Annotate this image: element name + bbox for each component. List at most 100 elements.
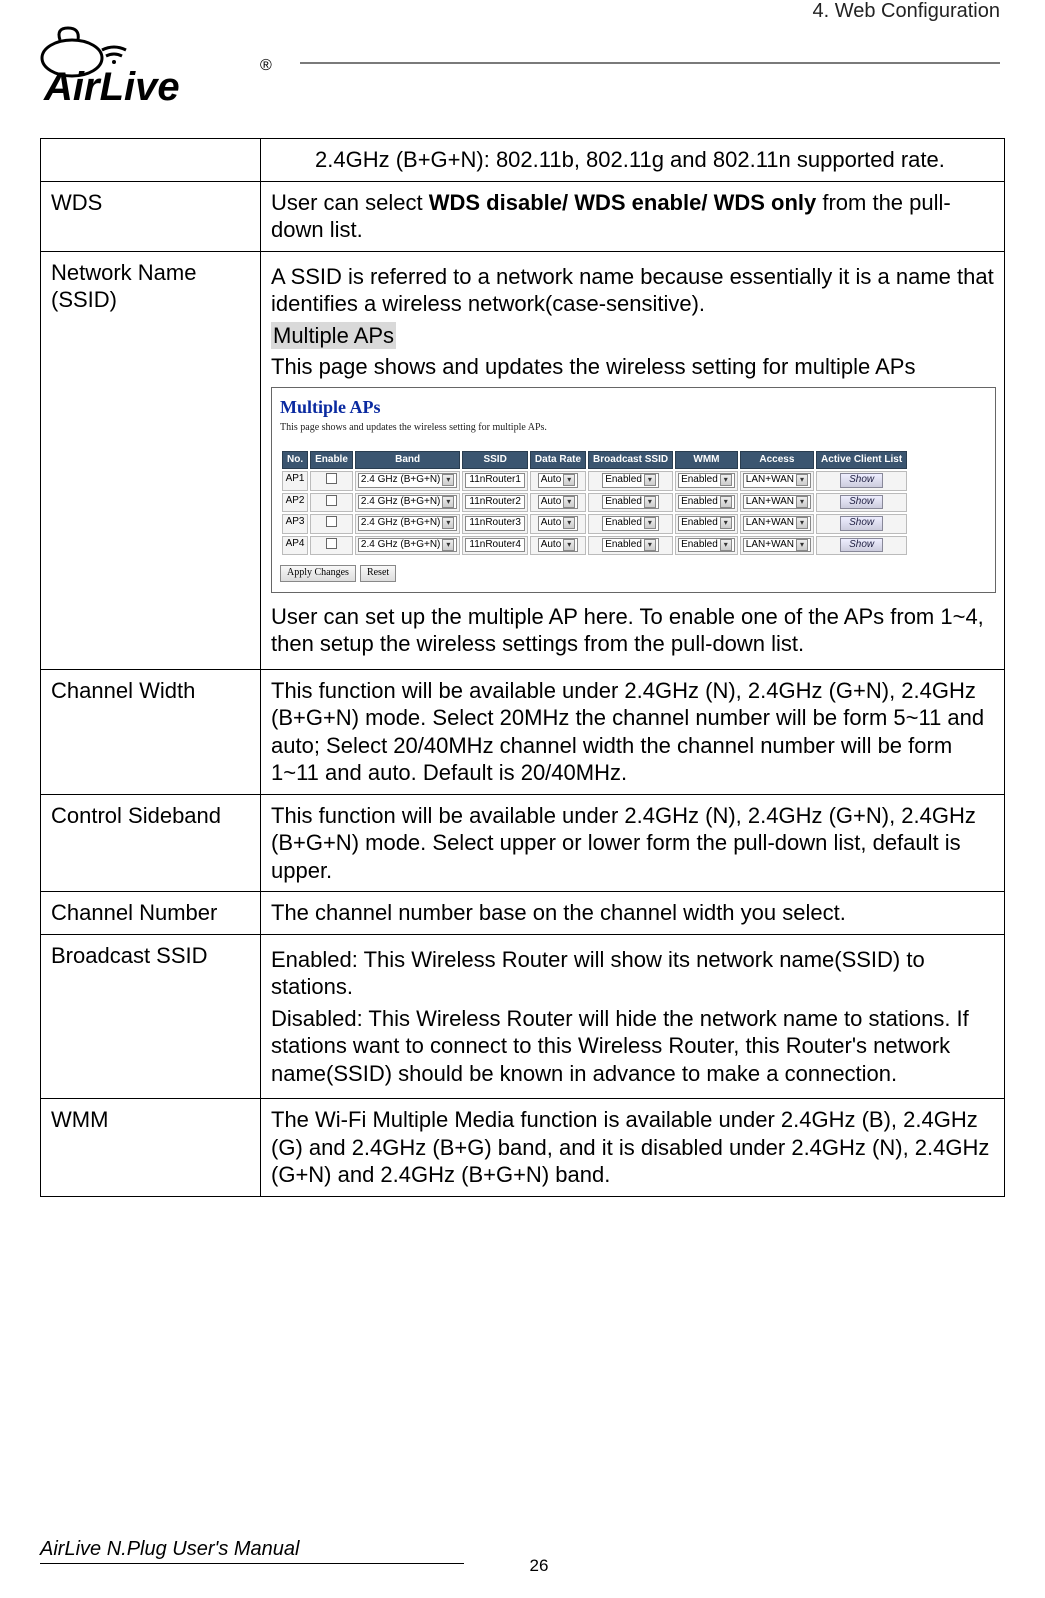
ap-no: AP3 <box>282 514 308 534</box>
show-button[interactable]: Show <box>840 473 883 488</box>
dropdown-value: Enabled <box>681 517 718 530</box>
dropdown[interactable]: 2.4 GHz (B+G+N)▾ <box>358 473 457 488</box>
chevron-down-icon: ▾ <box>796 474 808 486</box>
dropdown-value: 2.4 GHz (B+G+N) <box>361 539 440 552</box>
dropdown[interactable]: 2.4 GHz (B+G+N)▾ <box>358 538 457 553</box>
dropdown[interactable]: Auto▾ <box>538 495 579 510</box>
dropdown[interactable]: LAN+WAN▾ <box>743 516 811 531</box>
dropdown[interactable]: Enabled▾ <box>602 495 659 510</box>
show-button[interactable]: Show <box>840 538 883 553</box>
ap-col-header: No. <box>282 451 308 470</box>
enable-checkbox[interactable] <box>326 538 337 549</box>
ap-row: AP22.4 GHz (B+G+N)▾11nRouter2Auto▾Enable… <box>282 493 907 513</box>
ap-col-header: SSID <box>462 451 528 470</box>
ap-col-header: Active Client List <box>816 451 907 470</box>
ap-row: AP32.4 GHz (B+G+N)▾11nRouter3Auto▾Enable… <box>282 514 907 534</box>
dropdown-value: 2.4 GHz (B+G+N) <box>361 474 440 487</box>
desc-text: User can select WDS disable/ WDS enable/… <box>271 190 951 243</box>
desc-text: A SSID is referred to a network name bec… <box>271 263 996 318</box>
ap-col-header: WMM <box>675 451 738 470</box>
svg-text:AirLive: AirLive <box>43 65 180 107</box>
dropdown-value: Auto <box>541 517 562 530</box>
table-row: Network Name (SSID)A SSID is referred to… <box>41 251 1005 669</box>
ap-col-header: Access <box>740 451 814 470</box>
desc-text: The channel number base on the channel w… <box>271 900 846 925</box>
logo-trademark: ® <box>260 57 272 74</box>
multiple-aps-screenshot: Multiple APs This page shows and updates … <box>271 387 996 593</box>
dropdown[interactable]: Enabled▾ <box>678 516 735 531</box>
table-row: Channel WidthThis function will be avail… <box>41 669 1005 794</box>
dropdown[interactable]: LAN+WAN▾ <box>743 473 811 488</box>
chevron-down-icon: ▾ <box>442 496 454 508</box>
desc-text: This page shows and updates the wireless… <box>271 353 996 381</box>
enable-checkbox[interactable] <box>326 495 337 506</box>
brand-logo: AirLive ® <box>32 22 302 107</box>
param-desc: Enabled: This Wireless Router will show … <box>261 934 1005 1099</box>
param-desc: 2.4GHz (B+G+N): 802.11b, 802.11g and 802… <box>261 139 1005 182</box>
ssid-input[interactable]: 11nRouter4 <box>465 538 525 553</box>
chevron-down-icon: ▾ <box>720 474 732 486</box>
dropdown[interactable]: Enabled▾ <box>678 495 735 510</box>
dropdown[interactable]: Enabled▾ <box>602 473 659 488</box>
dropdown[interactable]: 2.4 GHz (B+G+N)▾ <box>358 516 457 531</box>
dropdown[interactable]: Enabled▾ <box>678 538 735 553</box>
param-desc: The Wi-Fi Multiple Media function is ava… <box>261 1099 1005 1197</box>
ssid-input[interactable]: 11nRouter2 <box>465 495 525 510</box>
param-name: WDS <box>41 181 261 251</box>
chevron-down-icon: ▾ <box>720 496 732 508</box>
table-row: WDSUser can select WDS disable/ WDS enab… <box>41 181 1005 251</box>
ap-col-header: Enable <box>310 451 353 470</box>
dropdown-value: Auto <box>541 539 562 552</box>
chevron-down-icon: ▾ <box>644 517 656 529</box>
chevron-down-icon: ▾ <box>563 517 575 529</box>
ap-row: AP42.4 GHz (B+G+N)▾11nRouter4Auto▾Enable… <box>282 536 907 556</box>
chevron-down-icon: ▾ <box>563 539 575 551</box>
param-name: WMM <box>41 1099 261 1197</box>
dropdown-value: Enabled <box>605 474 642 487</box>
chevron-down-icon: ▾ <box>720 517 732 529</box>
footer-manual-title: AirLive N.Plug User's Manual <box>40 1538 464 1564</box>
chevron-down-icon: ▾ <box>644 496 656 508</box>
ap-col-header: Broadcast SSID <box>588 451 673 470</box>
ssid-input[interactable]: 11nRouter1 <box>465 473 525 488</box>
param-name: Network Name (SSID) <box>41 251 261 669</box>
dropdown-value: Enabled <box>681 474 718 487</box>
dropdown[interactable]: Enabled▾ <box>602 538 659 553</box>
param-desc: A SSID is referred to a network name bec… <box>261 251 1005 669</box>
dropdown[interactable]: LAN+WAN▾ <box>743 495 811 510</box>
dropdown[interactable]: Enabled▾ <box>678 473 735 488</box>
dropdown[interactable]: Auto▾ <box>538 538 579 553</box>
dropdown-value: 2.4 GHz (B+G+N) <box>361 496 440 509</box>
chevron-down-icon: ▾ <box>720 539 732 551</box>
dropdown-value: Enabled <box>681 539 718 552</box>
chevron-down-icon: ▾ <box>563 496 575 508</box>
dropdown[interactable]: Auto▾ <box>538 516 579 531</box>
dropdown[interactable]: LAN+WAN▾ <box>743 538 811 553</box>
logo-text: AirLive <box>43 65 180 107</box>
table-row: Channel Number The channel number base on… <box>41 892 1005 935</box>
show-button[interactable]: Show <box>840 516 883 531</box>
ssid-input[interactable]: 11nRouter3 <box>465 516 525 531</box>
show-button[interactable]: Show <box>840 495 883 510</box>
reset-button[interactable]: Reset <box>360 565 396 582</box>
table-row: Control SidebandThis function will be av… <box>41 794 1005 892</box>
ap-col-header: Band <box>355 451 460 470</box>
ap-col-header: Data Rate <box>530 451 586 470</box>
param-name: Channel Number <box>41 892 261 935</box>
enable-checkbox[interactable] <box>326 473 337 484</box>
apply-changes-button[interactable]: Apply Changes <box>280 565 356 582</box>
ap-row: AP12.4 GHz (B+G+N)▾11nRouter1Auto▾Enable… <box>282 471 907 491</box>
dropdown[interactable]: Enabled▾ <box>602 516 659 531</box>
chevron-down-icon: ▾ <box>796 496 808 508</box>
dropdown-value: LAN+WAN <box>746 517 794 530</box>
chevron-down-icon: ▾ <box>442 539 454 551</box>
dropdown[interactable]: Auto▾ <box>538 473 579 488</box>
param-desc: User can select WDS disable/ WDS enable/… <box>261 181 1005 251</box>
screenshot-title: Multiple APs <box>280 396 987 419</box>
enable-checkbox[interactable] <box>326 516 337 527</box>
ap-no: AP1 <box>282 471 308 491</box>
dropdown[interactable]: 2.4 GHz (B+G+N)▾ <box>358 495 457 510</box>
screenshot-subtitle: This page shows and updates the wireless… <box>280 422 987 435</box>
param-desc: The channel number base on the channel w… <box>261 892 1005 935</box>
dropdown-value: LAN+WAN <box>746 539 794 552</box>
